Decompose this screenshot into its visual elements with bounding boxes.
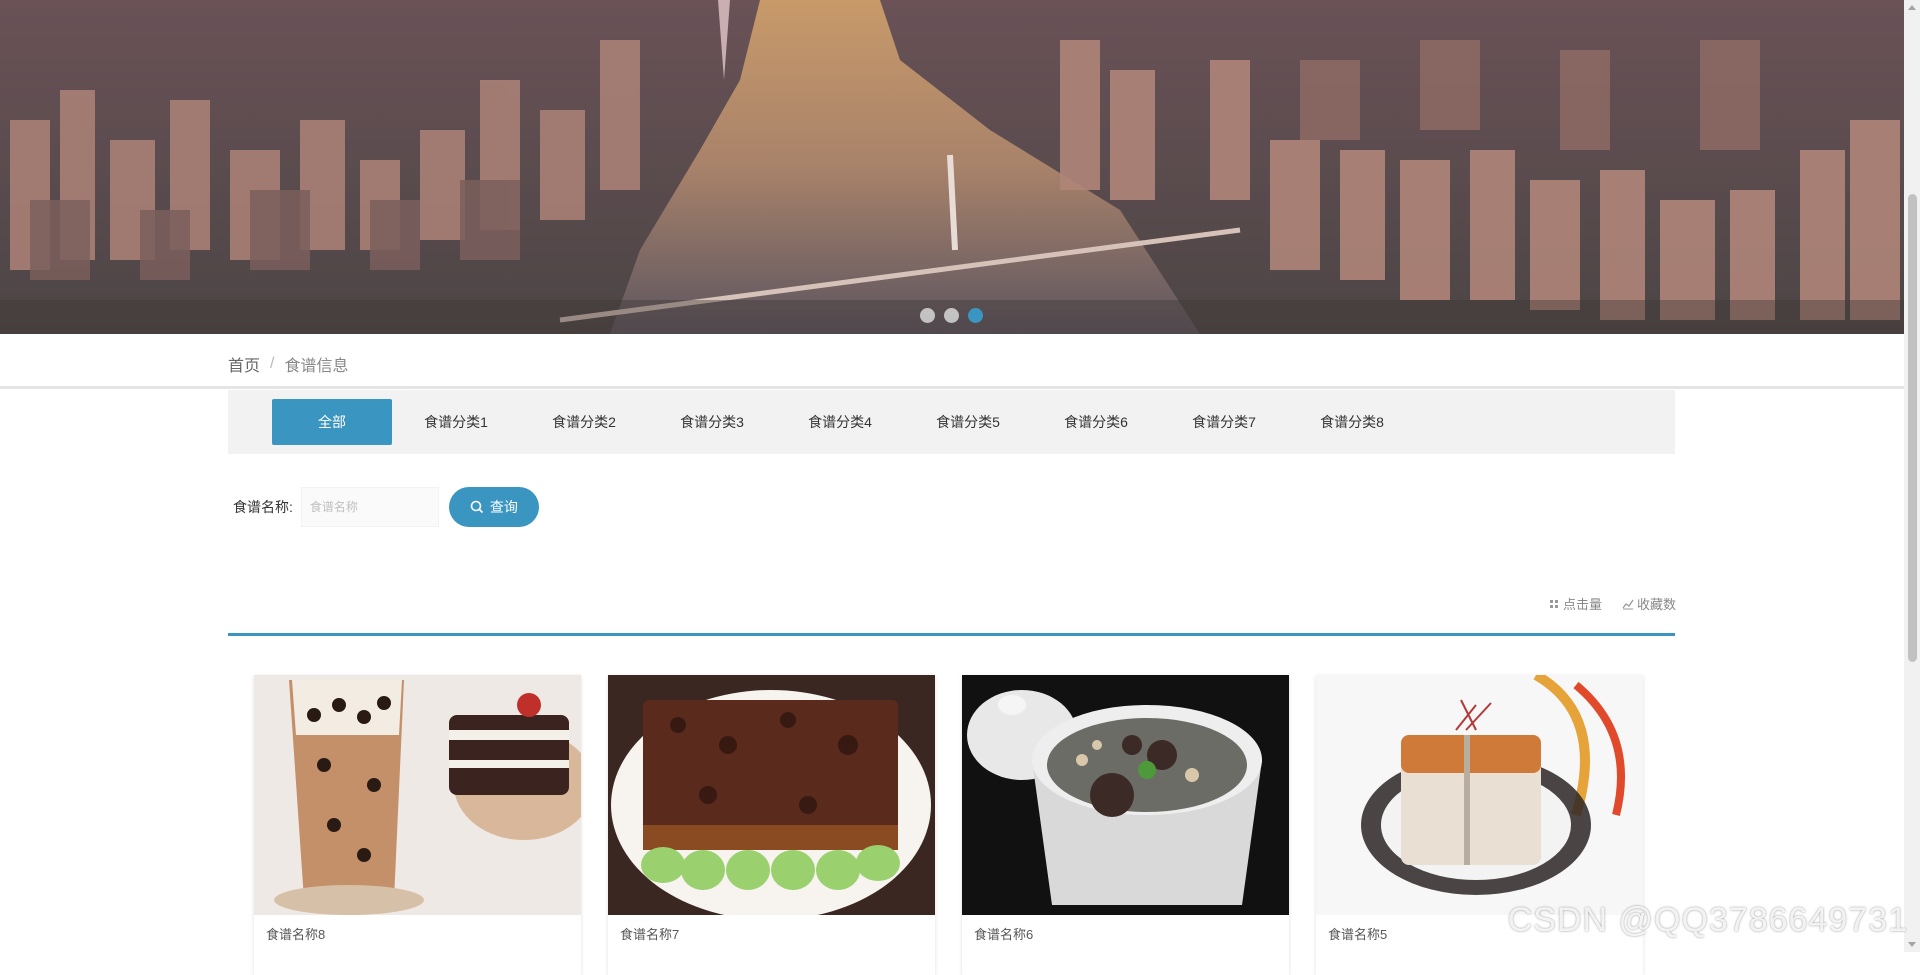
recipe-title: 食谱名称8 — [266, 927, 326, 942]
watermark: CSDN @QQ3786649731 — [1507, 901, 1908, 939]
recipe-card[interactable]: 食谱名称8 — [254, 675, 581, 975]
category-tab-7[interactable]: 食谱分类7 — [1160, 399, 1288, 445]
sort-favorites-label: 收藏数 — [1636, 597, 1676, 612]
recipe-name-input[interactable] — [300, 487, 439, 527]
page-scrollbar[interactable] — [1904, 0, 1920, 952]
category-tab-6[interactable]: 食谱分类6 — [1032, 399, 1160, 445]
chart-icon — [1622, 599, 1634, 609]
search-form: 食谱名称: 查询 — [233, 487, 539, 527]
search-icon — [470, 500, 483, 514]
recipe-title: 食谱名称5 — [1328, 927, 1388, 942]
breadcrumb-current: 食谱信息 — [284, 358, 349, 375]
recipe-image-braised-tofu — [608, 675, 935, 915]
category-tab-8[interactable]: 食谱分类8 — [1288, 399, 1416, 445]
breadcrumb-home[interactable]: 首页 — [228, 352, 260, 376]
carousel-dot-1[interactable] — [920, 308, 935, 323]
breadcrumb: 首页 / 食谱信息 — [228, 352, 348, 376]
sort-by-favorites[interactable]: 收藏数 — [1622, 594, 1676, 613]
search-button-label: 查询 — [489, 499, 518, 515]
recipe-grid: 食谱名称8 食谱名称7 食谱名称6 食谱名称5 — [254, 675, 1643, 975]
carousel-dots — [920, 308, 983, 323]
scroll-up-arrow[interactable] — [1908, 5, 1916, 10]
recipe-card[interactable]: 食谱名称6 — [962, 675, 1289, 975]
sort-by-clicks[interactable]: 点击量 — [1548, 594, 1602, 613]
hero-banner — [0, 0, 1904, 334]
search-label: 食谱名称: — [233, 499, 293, 515]
recipe-image-stew-pot — [962, 675, 1289, 915]
recipe-image-bubble-tea — [254, 675, 581, 915]
page-divider — [0, 386, 1904, 389]
carousel-dot-3[interactable] — [968, 308, 983, 323]
carousel-dot-2[interactable] — [944, 308, 959, 323]
category-tab-1[interactable]: 食谱分类1 — [392, 399, 520, 445]
category-tab-4[interactable]: 食谱分类4 — [776, 399, 904, 445]
recipe-title: 食谱名称6 — [974, 927, 1034, 942]
recipe-image-roast-pork — [1316, 675, 1643, 915]
category-tab-2[interactable]: 食谱分类2 — [520, 399, 648, 445]
city-river-photo — [0, 0, 1904, 334]
scroll-down-arrow[interactable] — [1908, 942, 1916, 947]
category-tabs: 全部 食谱分类1 食谱分类2 食谱分类3 食谱分类4 食谱分类5 食谱分类6 食… — [228, 390, 1675, 454]
category-tab-5[interactable]: 食谱分类5 — [904, 399, 1032, 445]
grid-icon — [1549, 599, 1558, 608]
scroll-thumb[interactable] — [1908, 194, 1917, 662]
sort-clicks-label: 点击量 — [1562, 597, 1602, 612]
breadcrumb-separator: / — [270, 355, 275, 372]
section-rule — [228, 633, 1675, 636]
category-tab-3[interactable]: 食谱分类3 — [648, 399, 776, 445]
search-button[interactable]: 查询 — [448, 487, 539, 527]
recipe-card[interactable]: 食谱名称7 — [608, 675, 935, 975]
category-tab-all[interactable]: 全部 — [272, 399, 392, 445]
recipe-title: 食谱名称7 — [620, 927, 680, 942]
sort-options: 点击量 收藏数 — [1548, 594, 1676, 613]
